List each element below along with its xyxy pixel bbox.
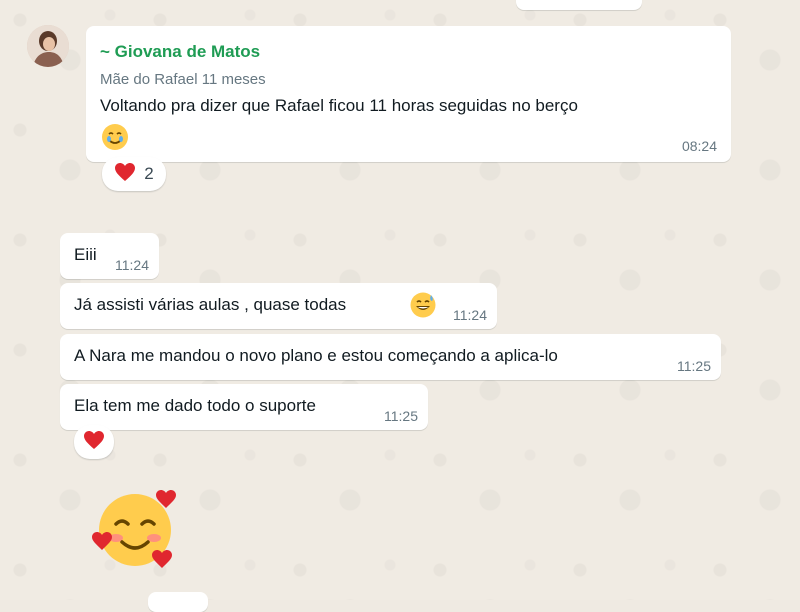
reaction-badge[interactable]: 2 [102,157,166,191]
grinning-face-with-sweat-icon [409,291,437,324]
message-bubble[interactable]: A Nara me mandou o novo plano e estou co… [60,334,721,380]
red-heart-icon [114,162,136,187]
message-bubble[interactable]: Ela tem me dado todo o suporte 11:25 [60,384,428,430]
sender-avatar[interactable] [27,25,69,67]
previous-message-bubble[interactable] [516,0,642,10]
sender-name[interactable]: ~ Giovana de Matos [100,42,260,62]
red-heart-icon [83,430,105,455]
next-message-bubble[interactable] [148,592,208,612]
message-text: Ela tem me dado todo o suporte [74,396,316,415]
message-bubble-giovana[interactable]: ~ Giovana de Matos Mãe do Rafael 11 mese… [86,26,731,162]
message-time: 11:24 [453,307,487,323]
sender-info: Mãe do Rafael 11 meses [100,71,266,88]
message-time: 11:25 [677,358,711,374]
message-bubble[interactable]: Eiii 11:24 [60,233,159,279]
message-text: Já assisti várias aulas , quase todas [74,295,347,314]
smiling-face-with-hearts-icon[interactable] [90,488,180,572]
reaction-count: 2 [144,164,154,183]
message-text: Eiii [74,245,97,264]
smiling-face-with-tear-icon [100,122,130,157]
message-bubble[interactable]: Já assisti várias aulas , quase todas 11… [60,283,497,329]
message-time: 11:25 [384,408,418,424]
avatar-photo-icon [27,25,69,67]
message-time: 11:24 [115,257,149,273]
message-time: 08:24 [681,138,717,154]
message-text: Voltando pra dizer que Rafael ficou 11 h… [100,96,578,115]
message-text: A Nara me mandou o novo plano e estou co… [74,346,558,365]
reaction-badge[interactable] [74,425,114,459]
